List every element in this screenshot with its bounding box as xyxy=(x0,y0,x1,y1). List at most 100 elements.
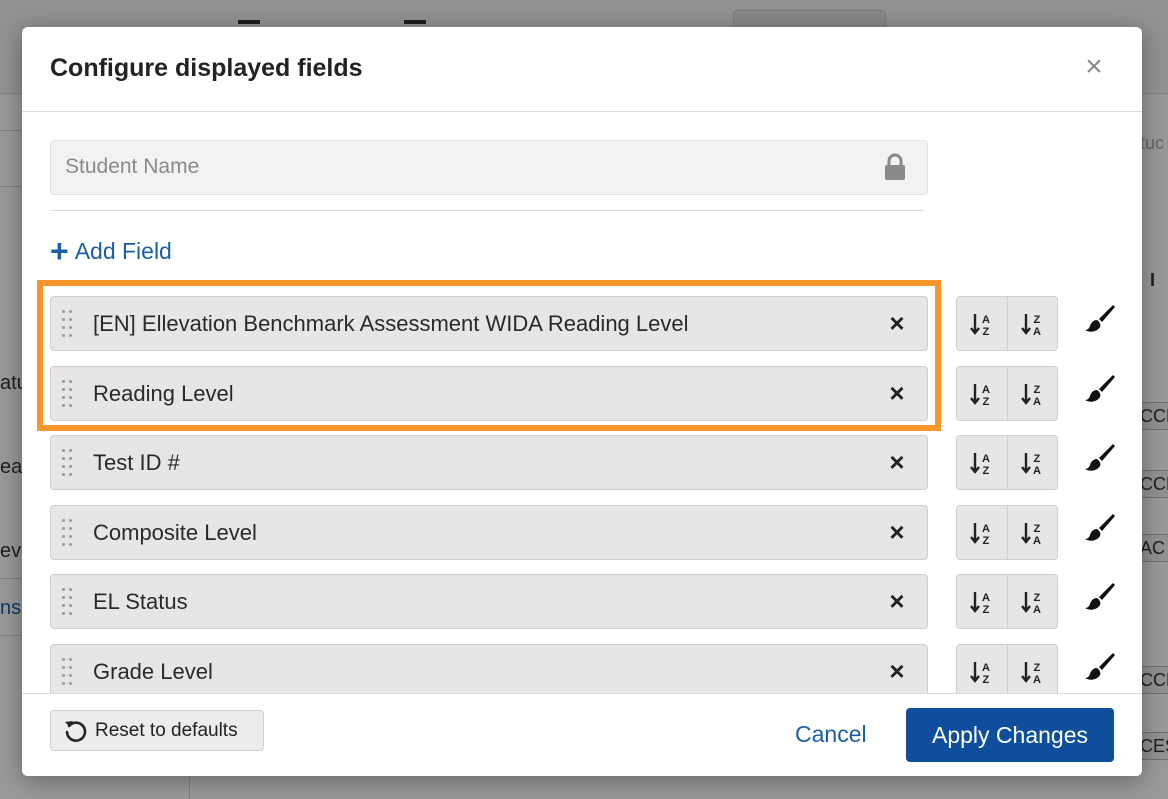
remove-field-button[interactable]: × xyxy=(883,448,911,476)
sort-descending-button[interactable]: ZA xyxy=(1007,506,1057,559)
sort-button-group: AZZA xyxy=(956,296,1058,351)
drag-handle-icon[interactable] xyxy=(61,309,75,339)
field-style-button[interactable] xyxy=(1080,298,1120,338)
svg-text:A: A xyxy=(1033,535,1041,546)
field-row[interactable]: Reading Level × xyxy=(50,366,928,421)
add-field-button[interactable]: + Add Field xyxy=(50,233,172,269)
sort-ascending-button[interactable]: AZ xyxy=(957,506,1007,559)
svg-text:A: A xyxy=(1033,465,1041,476)
sort-a-z-icon: AZ xyxy=(970,452,990,476)
field-label: Grade Level xyxy=(93,659,213,684)
field-row[interactable]: Grade Level × xyxy=(50,644,928,693)
sort-a-z-icon: AZ xyxy=(970,661,990,685)
reset-icon xyxy=(65,720,87,742)
modal-title: Configure displayed fields xyxy=(50,54,363,82)
reset-to-defaults-button[interactable]: Reset to defaults xyxy=(50,710,264,751)
svg-text:Z: Z xyxy=(1033,662,1040,674)
svg-text:Z: Z xyxy=(1033,592,1040,604)
svg-text:Z: Z xyxy=(983,535,990,546)
svg-text:Z: Z xyxy=(983,396,990,407)
svg-text:A: A xyxy=(1033,326,1041,337)
sort-descending-button[interactable]: ZA xyxy=(1007,297,1057,350)
plus-icon: + xyxy=(50,233,69,269)
modal-footer: Reset to defaults Cancel Apply Changes xyxy=(22,693,1142,776)
sort-ascending-button[interactable]: AZ xyxy=(957,436,1007,489)
sort-ascending-button[interactable]: AZ xyxy=(957,645,1007,693)
cancel-button[interactable]: Cancel xyxy=(795,721,867,748)
sort-button-group: AZZA xyxy=(956,574,1058,629)
remove-field-button[interactable]: × xyxy=(883,379,911,407)
sort-a-z-icon: AZ xyxy=(970,522,990,546)
sort-descending-button[interactable]: ZA xyxy=(1007,367,1057,420)
sort-z-a-icon: ZA xyxy=(1020,383,1041,407)
sort-descending-button[interactable]: ZA xyxy=(1007,645,1057,693)
svg-text:Z: Z xyxy=(983,326,990,337)
locked-field-student-name: Student Name xyxy=(50,140,928,195)
field-label: Reading Level xyxy=(93,381,234,406)
field-label: Composite Level xyxy=(93,520,257,545)
close-button[interactable]: × xyxy=(1079,50,1109,83)
configure-fields-modal: Configure displayed fields × Student Nam… xyxy=(22,27,1142,776)
svg-text:A: A xyxy=(982,384,990,396)
field-label: EL Status xyxy=(93,589,188,614)
field-row[interactable]: [EN] Ellevation Benchmark Assessment WID… xyxy=(50,296,928,351)
modal-body[interactable]: Student Name + Add Field [EN] Ellevation… xyxy=(22,112,1142,693)
svg-text:A: A xyxy=(982,662,990,674)
sort-z-a-icon: ZA xyxy=(1020,522,1041,546)
field-label: Test ID # xyxy=(93,450,180,475)
paintbrush-icon xyxy=(1085,305,1115,332)
sort-button-group: AZZA xyxy=(956,644,1058,693)
sort-ascending-button[interactable]: AZ xyxy=(957,297,1007,350)
sort-ascending-button[interactable]: AZ xyxy=(957,575,1007,628)
sort-descending-button[interactable]: ZA xyxy=(1007,575,1057,628)
svg-text:Z: Z xyxy=(983,465,990,476)
sort-button-group: AZZA xyxy=(956,505,1058,560)
paintbrush-icon xyxy=(1085,653,1115,680)
svg-text:A: A xyxy=(1033,396,1041,407)
apply-changes-button[interactable]: Apply Changes xyxy=(906,708,1114,762)
add-field-label: Add Field xyxy=(74,237,172,264)
drag-handle-icon[interactable] xyxy=(61,518,75,548)
field-row[interactable]: Composite Level × xyxy=(50,505,928,560)
sort-z-a-icon: ZA xyxy=(1020,313,1041,337)
remove-field-button[interactable]: × xyxy=(883,587,911,615)
svg-text:Z: Z xyxy=(1033,523,1040,535)
field-style-button[interactable] xyxy=(1080,576,1120,616)
sort-ascending-button[interactable]: AZ xyxy=(957,367,1007,420)
sort-descending-button[interactable]: ZA xyxy=(1007,436,1057,489)
svg-text:A: A xyxy=(1033,604,1041,615)
field-style-button[interactable] xyxy=(1080,368,1120,408)
svg-text:Z: Z xyxy=(1033,384,1040,396)
drag-handle-icon[interactable] xyxy=(61,657,75,687)
field-row[interactable]: Test ID # × xyxy=(50,435,928,490)
sort-z-a-icon: ZA xyxy=(1020,661,1041,685)
svg-text:A: A xyxy=(982,523,990,535)
remove-field-button[interactable]: × xyxy=(883,657,911,685)
svg-text:A: A xyxy=(982,453,990,465)
drag-handle-icon[interactable] xyxy=(61,587,75,617)
field-style-button[interactable] xyxy=(1080,437,1120,477)
drag-handle-icon[interactable] xyxy=(61,379,75,409)
paintbrush-icon xyxy=(1085,375,1115,402)
modal-header: Configure displayed fields × xyxy=(22,27,1142,112)
field-style-button[interactable] xyxy=(1080,507,1120,547)
remove-field-button[interactable]: × xyxy=(883,518,911,546)
sort-a-z-icon: AZ xyxy=(970,591,990,615)
paintbrush-icon xyxy=(1085,514,1115,541)
field-row[interactable]: EL Status × xyxy=(50,574,928,629)
svg-text:Z: Z xyxy=(1033,453,1040,465)
close-icon: × xyxy=(1085,50,1103,83)
field-style-button[interactable] xyxy=(1080,646,1120,686)
sort-a-z-icon: AZ xyxy=(970,313,990,337)
sort-button-group: AZZA xyxy=(956,435,1058,490)
field-label: [EN] Ellevation Benchmark Assessment WID… xyxy=(93,311,689,336)
remove-field-button[interactable]: × xyxy=(883,309,911,337)
sort-button-group: AZZA xyxy=(956,366,1058,421)
paintbrush-icon xyxy=(1085,444,1115,471)
sort-z-a-icon: ZA xyxy=(1020,591,1041,615)
locked-field-label: Student Name xyxy=(65,155,200,178)
sort-z-a-icon: ZA xyxy=(1020,452,1041,476)
svg-text:Z: Z xyxy=(983,604,990,615)
svg-text:Z: Z xyxy=(1033,314,1040,326)
drag-handle-icon[interactable] xyxy=(61,448,75,478)
